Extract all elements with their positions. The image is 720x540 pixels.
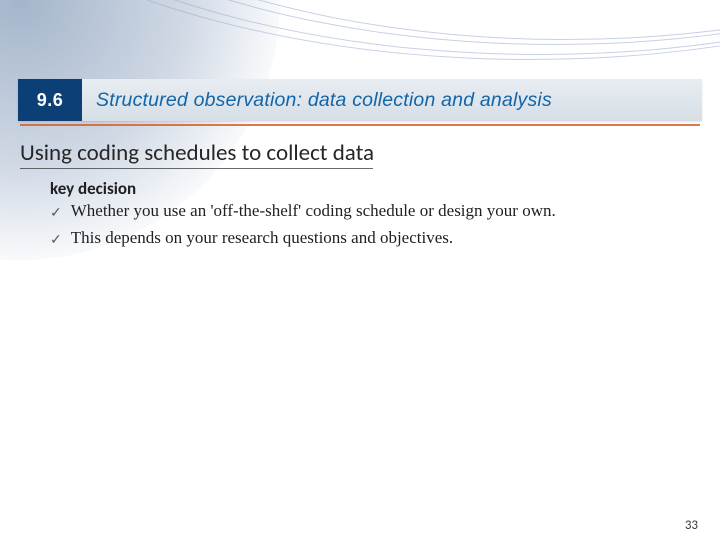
page-number: 33: [685, 518, 698, 533]
subheading: key decision: [50, 178, 136, 199]
list-item: ✓ Whether you use an 'off-the-shelf' cod…: [50, 200, 690, 223]
section-number: 9.6: [18, 79, 82, 121]
divider-line: [20, 124, 700, 126]
section-banner: 9.6 Structured observation: data collect…: [18, 79, 702, 121]
list-item-text: Whether you use an 'off-the-shelf' codin…: [71, 200, 556, 223]
list-item: ✓ This depends on your research question…: [50, 227, 690, 250]
section-title: Structured observation: data collection …: [82, 79, 702, 121]
checkmark-icon: ✓: [50, 232, 62, 251]
slide-heading: Using coding schedules to collect data: [20, 139, 374, 167]
heading-underline: [20, 168, 373, 169]
checkmark-icon: ✓: [50, 205, 62, 224]
bullet-list: ✓ Whether you use an 'off-the-shelf' cod…: [50, 200, 690, 254]
list-item-text: This depends on your research questions …: [71, 227, 453, 250]
